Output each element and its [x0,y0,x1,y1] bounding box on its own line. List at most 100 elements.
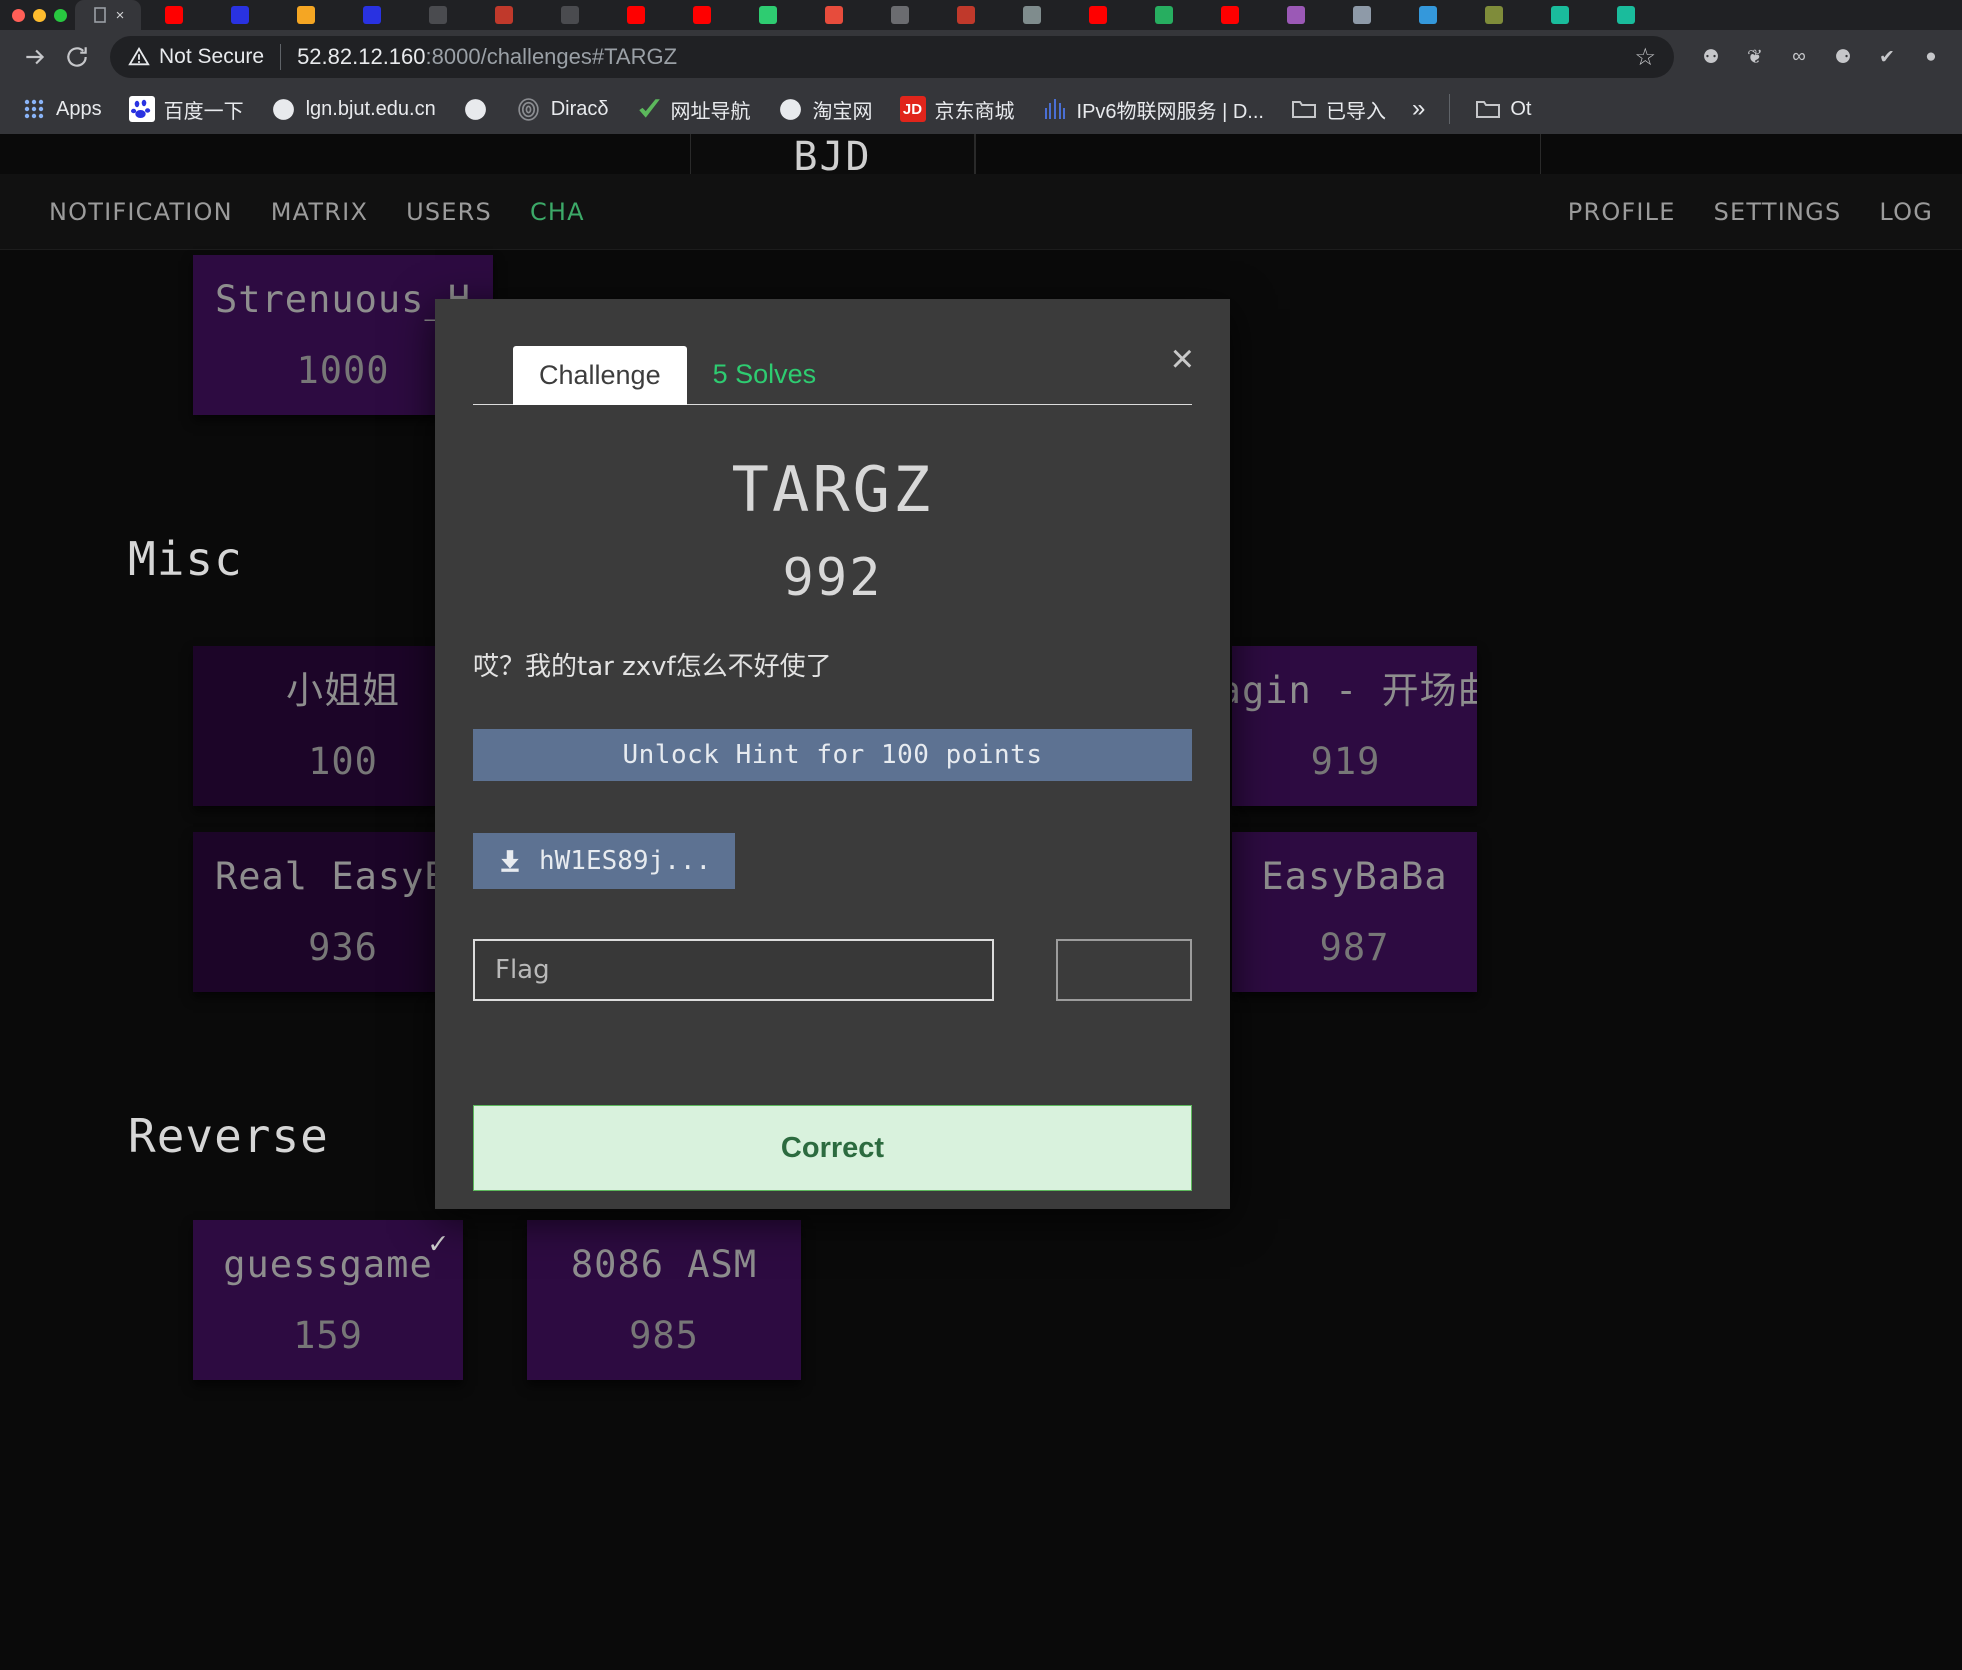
window-close-button[interactable] [12,8,25,22]
card-8086asm[interactable]: 8086 ASM 985 [527,1220,801,1380]
tab-youtube-2[interactable] [603,0,669,30]
baidu-icon [363,6,381,24]
tab-chrome[interactable] [735,0,801,30]
nav-challenges[interactable]: CHA [511,198,604,226]
window-controls[interactable] [0,0,75,30]
star-icon[interactable]: ☆ [1634,43,1656,72]
tab-check[interactable] [1131,0,1197,30]
bookmark-jd[interactable]: JD 京东商城 [889,90,1026,129]
omnibox-divider [280,44,282,70]
close-icon[interactable]: × [116,8,125,23]
forward-arrow-icon[interactable] [14,36,56,78]
download-file-button[interactable]: hW1ES89j... [473,833,736,889]
youtube-icon [165,6,183,24]
bookmark-baidu[interactable]: 百度一下 [118,90,255,129]
bookmark-dirac-label: Diracδ [550,97,609,120]
security-status[interactable]: Not Secure [128,45,264,69]
shield-check-extension-icon[interactable]: ✔ [1870,40,1904,74]
card-easybaba[interactable]: EasyBaBa 987 [1232,832,1477,992]
bookmark-globe-only[interactable] [452,91,500,127]
tab-youtube-5[interactable] [1197,0,1263,30]
modal-tab-challenge[interactable]: Challenge [513,346,687,405]
nav-profile[interactable]: PROFILE [1549,198,1695,226]
tab-image[interactable] [1329,0,1395,30]
card-title: 8086 ASM [570,1243,758,1287]
address-bar[interactable]: Not Secure 52.82.12.160:8000/challenges#… [110,36,1674,78]
bookmark-other[interactable]: Ot [1464,91,1542,127]
submit-flag-button[interactable]: Correct [473,1105,1192,1191]
profile-avatar-icon[interactable]: ● [1914,40,1948,74]
folder-icon [1291,96,1317,122]
bookmark-imported[interactable]: 已导入 [1280,90,1397,129]
challenge-title: TARGZ [731,453,934,526]
unlock-hint-button[interactable]: Unlock Hint for 100 points [473,729,1192,781]
flag-side-box[interactable] [1056,939,1192,1001]
url-text[interactable]: 52.82.12.160:8000/challenges#TARGZ [297,44,677,70]
bulb-extension-icon[interactable]: ⚈ [1826,40,1860,74]
window-minimize-button[interactable] [33,8,46,22]
ctfd-page: BJD NOTIFICATION MATRIX USERS CHA PROFILE SE… [0,134,1962,1670]
bookmark-hao123[interactable]: 网址导航 [625,90,762,129]
tab-notes[interactable] [999,0,1065,30]
tab-youtube-4[interactable] [1065,0,1131,30]
nav-users[interactable]: USERS [387,198,511,226]
nav-matrix[interactable]: MATRIX [252,198,387,226]
flag-input[interactable] [473,939,994,1001]
user-circle-icon [891,6,909,24]
tab-baidu-2[interactable] [339,0,405,30]
card-title: EasyBaBa [1261,855,1448,899]
tab-teal-2[interactable] [1593,0,1659,30]
active-tab[interactable]: × [75,0,141,30]
image-icon [1353,6,1371,24]
tab-teal[interactable] [1527,0,1593,30]
red-doc-icon [495,6,513,24]
github-extension-icon[interactable]: ⚉ [1694,40,1728,74]
tab-grey-2[interactable] [537,0,603,30]
document-icon [561,6,579,24]
site-navbar: NOTIFICATION MATRIX USERS CHA PROFILE SETTIN… [0,174,1962,250]
teal-icon [1617,6,1635,24]
tab-blue[interactable] [1395,0,1461,30]
tab-rainbow[interactable] [1263,0,1329,30]
tab-zhihu[interactable] [933,0,999,30]
window-maximize-button[interactable] [54,8,67,22]
green-check-icon [636,96,662,122]
bookmark-ipv6[interactable]: IPv6物联网服务 | D... [1031,90,1275,129]
nav-notification[interactable]: NOTIFICATION [30,198,252,226]
download-icon [497,848,523,874]
nav-settings[interactable]: SETTINGS [1695,198,1861,226]
bookmark-apps[interactable]: Apps [10,91,113,127]
section-misc: Misc [128,532,243,586]
tab-olive[interactable] [1461,0,1527,30]
bookmark-baidu-label: 百度一下 [163,100,244,123]
bookmark-taobao[interactable]: 淘宝网 [767,90,884,129]
card-title: Real EasyBa [214,855,472,899]
security-label: Not Secure [159,45,265,68]
card-title: Strenuous_H [214,278,472,322]
nav-logout[interactable]: LOG [1860,198,1952,226]
card-points: 159 [293,1313,363,1357]
bookmarks-divider [1449,94,1451,124]
reload-icon[interactable] [56,36,98,78]
tab-youtube[interactable] [141,0,207,30]
url-host: 52.82.12.160 [297,44,426,69]
glasses-extension-icon[interactable]: ∞ [1782,40,1816,74]
card-imagin[interactable]: magin - 开场曲 919 [1232,646,1477,806]
bookmark-other-label: Ot [1510,97,1532,120]
youtube-icon [627,6,645,24]
tab-user[interactable] [867,0,933,30]
bookmarks-overflow-button[interactable]: » [1402,95,1435,123]
tab-adobe[interactable] [801,0,867,30]
tab-youtube-3[interactable] [669,0,735,30]
card-guessgame[interactable]: guessgame 159 [193,1220,463,1380]
tab-baidu[interactable] [207,0,273,30]
tab-orange[interactable] [273,0,339,30]
teal-icon [1551,6,1569,24]
tab-grey[interactable] [405,0,471,30]
tab-red-doc[interactable] [471,0,537,30]
bookmark-dirac[interactable]: Diracδ [505,91,620,127]
bookmark-lgn-bjut[interactable]: lgn.bjut.edu.cn [260,91,447,127]
puzzle-extension-icon[interactable]: ❦ [1738,40,1772,74]
card-points: 985 [629,1313,699,1357]
modal-tab-solves[interactable]: 5 Solves [687,345,843,404]
